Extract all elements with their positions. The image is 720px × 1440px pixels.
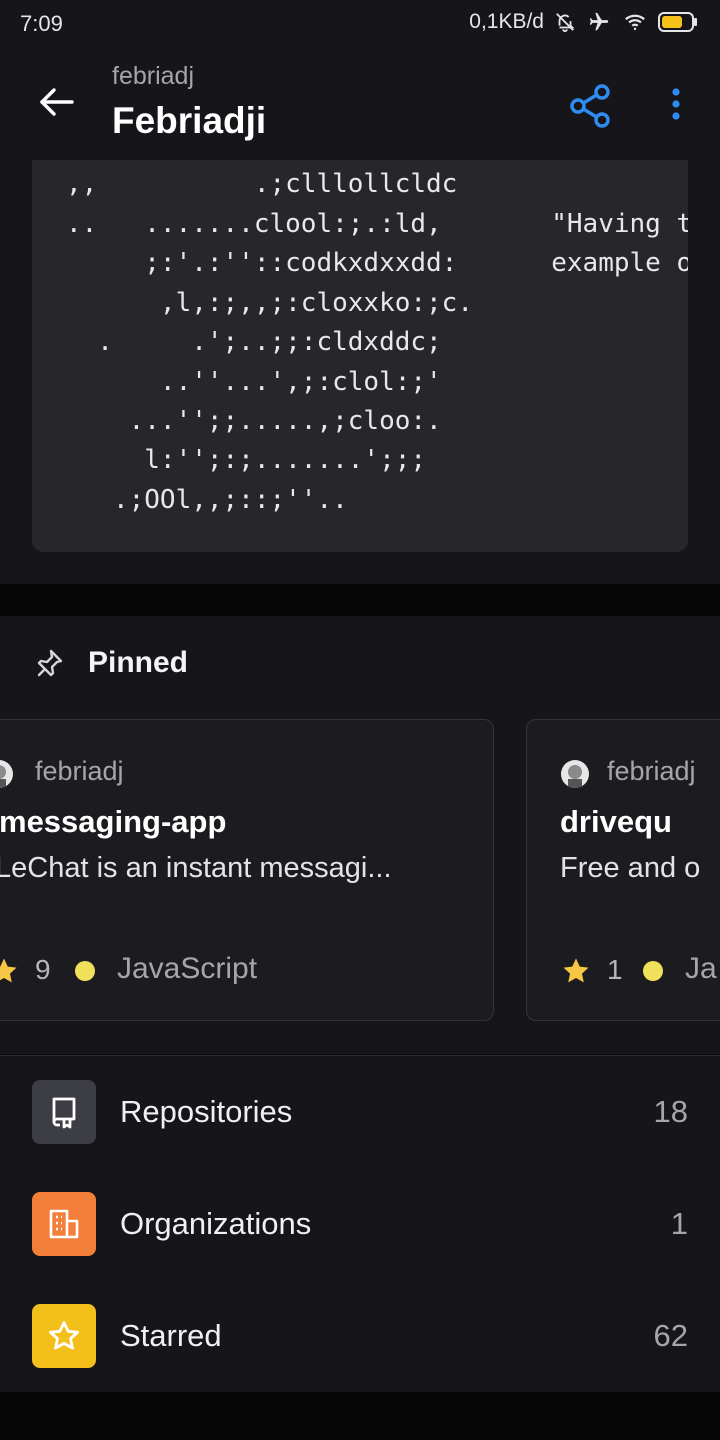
repo-star-count: 1	[607, 954, 623, 985]
code-line: ,, .;clllollcldc	[66, 169, 458, 199]
pinned-title: Pinned	[88, 646, 189, 679]
code-line: l:'';:;.......';;;	[66, 445, 427, 475]
organization-icon	[49, 1209, 79, 1239]
code-line: .. .......clool:;.:ld, "Having t	[66, 209, 688, 239]
more-vert-icon	[672, 88, 680, 120]
status-bar: 7:09 0,1KB/d	[0, 0, 720, 48]
star-icon	[563, 958, 589, 983]
airplane-icon	[589, 12, 609, 31]
battery-icon	[658, 12, 697, 32]
avatar	[0, 760, 13, 788]
app-bar: febriadj Febriadji	[0, 48, 720, 160]
bottom-spacer	[0, 1392, 720, 1440]
share-button[interactable]	[566, 82, 614, 130]
star-icon	[0, 958, 17, 983]
repo-language: JavaScript	[117, 952, 258, 985]
network-speed: 0,1KB/d	[469, 10, 544, 33]
code-line: ...'';;.....,;cloo:.	[66, 406, 442, 436]
pin-icon	[37, 649, 63, 677]
wifi-icon	[625, 14, 645, 31]
readme-code-block: ,, .;clllollcldc .. .......clool:;.:ld, …	[32, 160, 688, 552]
pinned-section: Pinned febriadj messaging-app LeChat is …	[0, 616, 720, 1054]
share-icon	[570, 84, 610, 128]
back-button[interactable]	[32, 78, 80, 126]
list-item-starred[interactable]: Starred 62	[0, 1280, 720, 1392]
code-line: . .';..;;:cldxddc;	[66, 327, 442, 357]
repo-name: drivequ	[560, 804, 672, 839]
back-arrow-icon	[40, 88, 74, 116]
profile-list: Repositories 18 Organizations 1 Starred …	[0, 1055, 720, 1393]
language-color-dot	[643, 961, 663, 981]
code-line: ..''...',;:clol:;'	[66, 367, 442, 397]
repo-icon	[52, 1097, 76, 1129]
profile-display-name: Febriadji	[112, 100, 267, 141]
code-line: ;:'.:''::codkxdxxdd: example o	[66, 248, 688, 278]
list-item-label: Repositories	[120, 1094, 293, 1129]
more-options-button[interactable]	[656, 82, 696, 130]
pinned-repo-card[interactable]: febriadj messaging-app LeChat is an inst…	[0, 719, 494, 1021]
list-item-count: 1	[670, 1206, 688, 1241]
list-item-repositories[interactable]: Repositories 18	[0, 1056, 720, 1168]
pinned-repo-card[interactable]: febriadj drivequ Free and o 1 Ja	[526, 719, 720, 1021]
list-item-organizations[interactable]: Organizations 1	[0, 1168, 720, 1280]
status-icons: 0,1KB/d	[469, 10, 698, 34]
repo-language: Ja	[685, 952, 717, 985]
code-line: ,l,:;,,;:cloxxko:;c.	[66, 288, 473, 318]
muted-bell-icon	[556, 13, 575, 33]
repo-owner: febriadj	[35, 756, 124, 786]
section-divider	[0, 584, 720, 616]
repo-description: Free and o	[560, 852, 701, 884]
list-item-label: Starred	[120, 1318, 222, 1353]
star-icon-badge	[32, 1304, 96, 1368]
star-outline-icon	[49, 1321, 79, 1350]
language-color-dot	[75, 961, 95, 981]
code-line: .;OOl,,;::;''..	[66, 485, 348, 515]
profile-username: febriadj	[112, 62, 194, 90]
repo-owner: febriadj	[607, 756, 696, 786]
repo-icon-badge	[32, 1080, 96, 1144]
list-item-count: 62	[653, 1318, 688, 1353]
organization-icon-badge	[32, 1192, 96, 1256]
list-item-count: 18	[653, 1094, 688, 1129]
list-item-label: Organizations	[120, 1206, 312, 1241]
repo-star-count: 9	[35, 954, 51, 985]
repo-name: messaging-app	[0, 804, 227, 839]
repo-description: LeChat is an instant messagi...	[0, 852, 392, 884]
avatar	[561, 760, 589, 788]
status-time: 7:09	[20, 11, 63, 36]
